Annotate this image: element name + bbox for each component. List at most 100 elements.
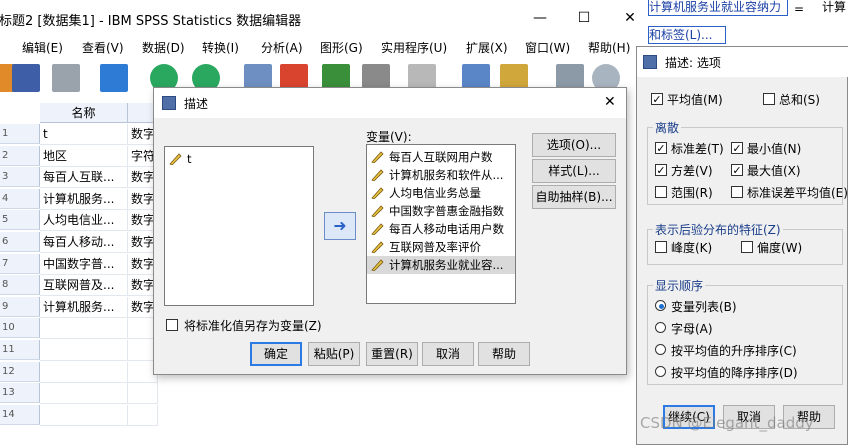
variable-list-radio[interactable]	[655, 300, 666, 311]
scale-variable-icon	[371, 187, 384, 199]
scale-variable-icon	[371, 259, 384, 271]
selected-variable-label: 人均电信业务总量	[389, 186, 481, 200]
menu-4[interactable]: 分析(A)	[261, 39, 303, 56]
source-variable-list[interactable]: t	[164, 146, 314, 306]
sum-checkbox[interactable]	[763, 93, 775, 105]
row-header[interactable]: 6	[0, 232, 40, 252]
cell-name[interactable]: 互联网普及...	[40, 275, 128, 297]
ascending-means-radio[interactable]	[655, 344, 666, 355]
source-variable-item[interactable]: t	[165, 150, 313, 168]
row-header[interactable]: 13	[0, 383, 40, 404]
cell-name[interactable]: 计算机服务...	[40, 296, 128, 318]
cell-name[interactable]: 中国数字普...	[40, 253, 128, 275]
selected-variable-label: 计算机服务业就业容...	[389, 258, 504, 272]
options-dialog-icon	[643, 55, 657, 69]
std-error-mean-checkbox[interactable]	[731, 186, 743, 198]
menubar: 编辑(E) 查看(V) 数据(D) 转换(I) 分析(A) 图形(G) 实用程序(U) 扩展(…	[0, 36, 660, 58]
selected-variable-list[interactable]: 每百人互联网用户数计算机服务和软件从... 人均电信业务总量中国数字普惠金融指数每…	[366, 144, 516, 304]
bootstrap-button[interactable]: 自助抽样(B)...	[532, 185, 616, 209]
selected-variable-label: 每百人互联网用户数	[389, 150, 493, 164]
cell-name[interactable]: 计算机服务...	[40, 188, 128, 210]
menu-2[interactable]: 数据(D)	[142, 39, 185, 56]
menu-5[interactable]: 图形(G)	[320, 39, 363, 56]
mean-checkbox[interactable]: ✓	[651, 93, 663, 105]
selected-variable-item[interactable]: 互联网普及率评价	[367, 238, 515, 256]
save-icon[interactable]	[12, 64, 40, 92]
scale-variable-icon	[371, 223, 384, 235]
selected-variable-item[interactable]: 人均电信业务总量	[367, 184, 515, 202]
cell-name[interactable]	[40, 404, 128, 426]
kurtosis-label: 峰度(K)	[671, 241, 713, 255]
selected-variable-item[interactable]: 中国数字普惠金融指数	[367, 202, 515, 220]
save-standardized-checkbox[interactable]	[166, 319, 178, 331]
skewness-checkbox[interactable]	[741, 241, 753, 253]
menu-6[interactable]: 实用程序(U)	[381, 39, 447, 56]
descending-means-radio[interactable]	[655, 366, 666, 377]
cell-name[interactable]	[40, 318, 128, 340]
menu-3[interactable]: 转换(I)	[202, 39, 239, 56]
minimize-button[interactable]: —	[528, 8, 552, 28]
row-header[interactable]: 3	[0, 167, 40, 188]
row-header[interactable]: 14	[0, 404, 40, 425]
menu-1[interactable]: 查看(V)	[82, 39, 124, 56]
move-variable-button[interactable]: ➜	[324, 212, 356, 240]
selected-variable-item[interactable]: 计算机服务业就业容...	[367, 256, 515, 274]
menu-8[interactable]: 窗口(W)	[525, 39, 570, 56]
style-button[interactable]: 样式(L)...	[532, 159, 616, 183]
cell-name[interactable]: 人均电信业...	[40, 210, 128, 232]
print-icon[interactable]	[52, 64, 80, 92]
range-label: 范围(R)	[671, 186, 713, 200]
describe-close-button[interactable]: ✕	[604, 94, 616, 110]
cell-name[interactable]	[40, 361, 128, 383]
minimum-checkbox[interactable]: ✓	[731, 142, 743, 154]
cancel-button[interactable]: 取消	[422, 342, 474, 366]
std-dev-checkbox[interactable]: ✓	[655, 142, 667, 154]
row-header[interactable]: 12	[0, 361, 40, 382]
source-variable-label: t	[187, 152, 192, 166]
row-header[interactable]: 1	[0, 124, 40, 144]
cell-name[interactable]	[40, 383, 128, 405]
paste-button[interactable]: 粘贴(P)	[308, 342, 360, 366]
scale-variable-icon	[371, 151, 384, 163]
cell-name[interactable]: 每百人互联...	[40, 167, 128, 189]
cell-type[interactable]	[128, 404, 158, 426]
menu-0[interactable]: 编辑(E)	[22, 39, 63, 56]
menu-7[interactable]: 扩展(X)	[466, 39, 508, 56]
close-button[interactable]: ✕	[618, 8, 642, 28]
menu-9[interactable]: 帮助(H)	[588, 39, 630, 56]
alphabetic-radio[interactable]	[655, 322, 666, 333]
column-header-name[interactable]: 名称	[40, 103, 128, 123]
row-header[interactable]: 8	[0, 275, 40, 296]
ok-button[interactable]: 确定	[250, 342, 302, 366]
cell-name[interactable]: t	[40, 124, 128, 145]
cell-type[interactable]	[128, 383, 158, 405]
dialog-recall-icon[interactable]	[100, 64, 128, 92]
cell-name[interactable]: 地区	[40, 145, 128, 167]
main-titlebar: 无标题2 [数据集1] - IBM SPSS Statistics 数据编辑器 …	[0, 0, 660, 34]
variance-checkbox[interactable]: ✓	[655, 164, 667, 176]
row-header[interactable]: 10	[0, 318, 40, 339]
define-labels-button[interactable]: 和标签(L)...	[648, 26, 726, 44]
maximize-button[interactable]: ☐	[572, 8, 596, 28]
range-checkbox[interactable]	[655, 186, 667, 198]
row-header[interactable]: 9	[0, 296, 40, 317]
row-header[interactable]: 7	[0, 253, 40, 274]
row-header[interactable]: 11	[0, 340, 40, 360]
reset-button[interactable]: 重置(R)	[366, 342, 418, 366]
row-header[interactable]: 5	[0, 210, 40, 231]
cell-name[interactable]: 每百人移动...	[40, 232, 128, 253]
help-button[interactable]: 帮助	[478, 342, 530, 366]
cell-name[interactable]	[40, 340, 128, 361]
describe-dialog-icon	[162, 96, 176, 110]
row-header[interactable]: 2	[0, 145, 40, 166]
kurtosis-checkbox[interactable]	[655, 241, 667, 253]
row-header[interactable]: 4	[0, 188, 40, 209]
selected-variable-item[interactable]: 每百人移动电话用户数	[367, 220, 515, 238]
options-title: 描述: 选项	[665, 56, 721, 70]
options-button[interactable]: 选项(O)...	[532, 133, 616, 157]
selected-variable-item[interactable]: 计算机服务和软件从...	[367, 166, 515, 184]
maximum-label: 最大值(X)	[747, 164, 801, 178]
selected-variable-item[interactable]: 每百人互联网用户数	[367, 148, 515, 166]
maximum-checkbox[interactable]: ✓	[731, 164, 743, 176]
mean-label: 平均值(M)	[667, 93, 723, 107]
